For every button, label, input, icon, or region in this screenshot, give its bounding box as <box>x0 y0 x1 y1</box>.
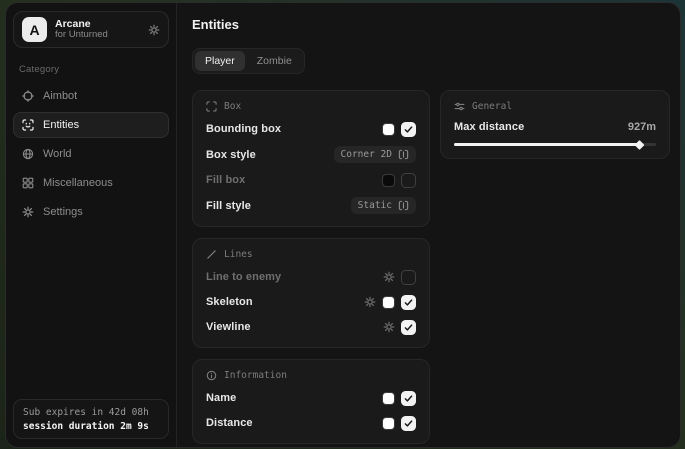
sub-expiry-text: Sub expires in 42d 08h <box>23 407 159 418</box>
distance-checkbox[interactable] <box>401 416 416 431</box>
line-to-enemy-settings-gear-icon[interactable] <box>383 271 395 283</box>
sidebar-item-entities[interactable]: Entities <box>13 112 169 138</box>
sidebar-item-label: Miscellaneous <box>43 177 113 189</box>
brand-settings-gear-icon[interactable] <box>148 24 160 36</box>
bounding-box-color-swatch[interactable] <box>382 123 395 136</box>
name-color-swatch[interactable] <box>382 392 395 405</box>
name-checkbox[interactable] <box>401 391 416 406</box>
tab-player[interactable]: Player <box>195 51 245 71</box>
fill-style-label: Fill style <box>206 200 251 212</box>
bounding-box-row: Bounding box <box>206 121 416 137</box>
entity-type-tabs: Player Zombie <box>192 48 305 74</box>
brackets-icon <box>398 149 409 160</box>
slider-thumb[interactable] <box>634 140 644 150</box>
box-card: Box Bounding box Box style <box>192 90 430 227</box>
box-style-select[interactable]: Corner 2D <box>334 146 416 163</box>
box-corners-icon <box>206 101 217 112</box>
box-card-title: Box <box>224 101 241 112</box>
bounding-box-checkbox[interactable] <box>401 122 416 137</box>
box-style-label: Box style <box>206 149 256 161</box>
sidebar-item-settings[interactable]: Settings <box>13 199 169 225</box>
sidebar: A Arcane for Unturned Category Aimbot <box>6 3 177 447</box>
brand-card: A Arcane for Unturned <box>13 11 169 48</box>
information-card: Information Name Distance <box>192 359 430 444</box>
category-label: Category <box>19 64 163 75</box>
name-label: Name <box>206 392 236 404</box>
general-card: General Max distance 927m <box>440 90 670 159</box>
skeleton-label: Skeleton <box>206 296 253 308</box>
distance-label: Distance <box>206 417 253 429</box>
fill-style-value: Static <box>358 200 392 211</box>
session-duration-text: session duration 2m 9s <box>23 421 159 432</box>
viewline-checkbox[interactable] <box>401 320 416 335</box>
sidebar-item-label: Settings <box>43 206 83 218</box>
sidebar-item-label: Aimbot <box>43 90 77 102</box>
distance-row: Distance <box>206 415 416 431</box>
viewline-settings-gear-icon[interactable] <box>383 321 395 333</box>
sidebar-item-label: Entities <box>43 119 79 131</box>
box-style-row: Box style Corner 2D <box>206 146 416 163</box>
app-window: A Arcane for Unturned Category Aimbot <box>5 2 681 448</box>
line-to-enemy-checkbox[interactable] <box>401 270 416 285</box>
main-content: Entities Player Zombie Box Bounding box <box>177 3 680 447</box>
scan-face-icon <box>22 119 34 131</box>
fill-style-row: Fill style Static <box>206 197 416 214</box>
line-to-enemy-label: Line to enemy <box>206 271 281 283</box>
fill-box-row: Fill box <box>206 172 416 188</box>
viewline-row: Viewline <box>206 319 416 335</box>
fill-box-label: Fill box <box>206 174 245 186</box>
sliders-icon <box>454 101 465 112</box>
sidebar-item-world[interactable]: World <box>13 141 169 167</box>
line-to-enemy-row: Line to enemy <box>206 269 416 285</box>
general-card-title: General <box>472 101 512 112</box>
slider-fill <box>454 143 640 146</box>
skeleton-settings-gear-icon[interactable] <box>364 296 376 308</box>
lines-card-title: Lines <box>224 249 253 260</box>
viewline-label: Viewline <box>206 321 251 333</box>
sidebar-nav: Aimbot Entities World Miscellaneous <box>13 83 169 225</box>
skeleton-checkbox[interactable] <box>401 295 416 310</box>
slash-icon <box>206 249 217 260</box>
fill-box-color-swatch[interactable] <box>382 174 395 187</box>
skeleton-row: Skeleton <box>206 294 416 310</box>
subscription-status-card: Sub expires in 42d 08h session duration … <box>13 399 169 439</box>
sidebar-item-aimbot[interactable]: Aimbot <box>13 83 169 109</box>
info-icon <box>206 370 217 381</box>
brackets-icon <box>398 200 409 211</box>
gear-icon <box>22 206 34 218</box>
brand-logo: A <box>22 17 47 42</box>
grid-icon <box>22 177 34 189</box>
skeleton-color-swatch[interactable] <box>382 296 395 309</box>
sidebar-item-miscellaneous[interactable]: Miscellaneous <box>13 170 169 196</box>
box-style-value: Corner 2D <box>341 149 392 160</box>
page-title: Entities <box>192 17 670 32</box>
tab-zombie[interactable]: Zombie <box>247 51 302 71</box>
max-distance-label: Max distance <box>454 121 524 133</box>
max-distance-value: 927m <box>628 121 656 133</box>
app-subtitle: for Unturned <box>55 30 140 41</box>
max-distance-slider[interactable] <box>454 143 656 146</box>
information-card-title: Information <box>224 370 287 381</box>
fill-box-checkbox[interactable] <box>401 173 416 188</box>
name-row: Name <box>206 390 416 406</box>
max-distance-row: Max distance 927m <box>454 121 656 133</box>
sidebar-item-label: World <box>43 148 72 160</box>
globe-icon <box>22 148 34 160</box>
bounding-box-label: Bounding box <box>206 123 281 135</box>
distance-color-swatch[interactable] <box>382 417 395 430</box>
crosshair-icon <box>22 90 34 102</box>
fill-style-select[interactable]: Static <box>351 197 416 214</box>
lines-card: Lines Line to enemy Skeleton <box>192 238 430 348</box>
